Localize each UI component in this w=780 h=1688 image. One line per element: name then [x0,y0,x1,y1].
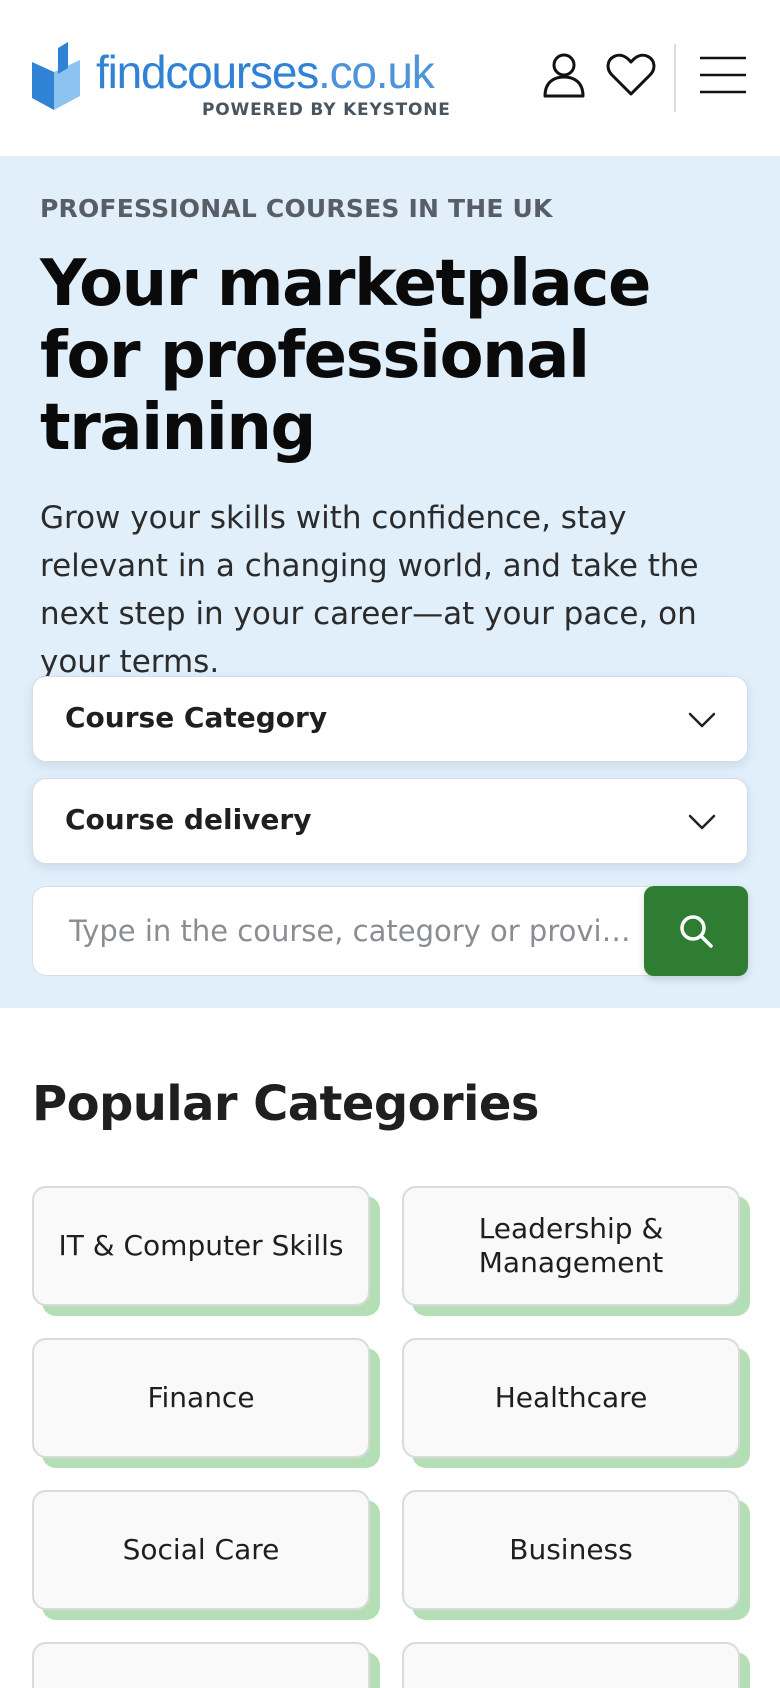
site-header: findcourses.co.uk POWERED BY KEYSTONE [0,0,780,156]
search-button[interactable] [644,886,748,976]
course-category-label: Course Category [65,701,328,734]
category-label: Leadership & Management [478,1212,664,1279]
card-body: IT & Computer Skills [32,1186,370,1306]
hero-eyebrow: PROFESSIONAL COURSES IN THE UK [40,194,553,223]
category-label: Healthcare [494,1381,648,1414]
user-account-button[interactable] [539,50,589,100]
popular-categories-title: Popular Categories [32,1076,539,1132]
hero-headline: Your marketplace for professional traini… [40,247,651,465]
category-label: IT & Computer Skills [58,1229,344,1262]
favorites-button[interactable] [606,50,656,100]
category-card[interactable]: Business [402,1490,750,1620]
category-card[interactable]: IT & Computer Skills [32,1186,380,1316]
category-card[interactable]: Healthcare [402,1338,750,1468]
header-divider [674,44,676,112]
category-card[interactable]: Social Care [32,1490,380,1620]
heart-icon [606,53,656,96]
logo-wordmark: findcourses.co.uk [96,46,435,98]
category-label: Social Care [122,1533,280,1566]
user-icon [543,53,585,98]
chevron-down-icon [688,814,716,830]
menu-icon [700,56,746,94]
logo-book-icon [32,42,80,110]
menu-button[interactable] [696,52,750,98]
logo-tagline: POWERED BY KEYSTONE [202,100,451,120]
category-label: Finance [147,1381,255,1414]
search-input[interactable] [32,886,652,976]
card-body [402,1642,740,1688]
card-body: Finance [32,1338,370,1458]
category-label: Business [509,1533,633,1566]
category-card[interactable] [32,1642,380,1688]
course-category-select[interactable]: Course Category [32,676,748,762]
search-icon [680,915,713,948]
card-body: Business [402,1490,740,1610]
course-delivery-select[interactable]: Course delivery [32,778,748,864]
card-body [32,1642,370,1688]
card-body: Leadership & Management [402,1186,740,1306]
hero-lead: Grow your skills with confidence, stay r… [40,500,699,680]
category-card[interactable] [402,1642,750,1688]
chevron-down-icon [688,712,716,728]
category-card[interactable]: Leadership & Management [402,1186,750,1316]
hero-section: PROFESSIONAL COURSES IN THE UK Your mark… [0,156,780,1008]
course-search [32,886,748,976]
card-body: Healthcare [402,1338,740,1458]
course-delivery-label: Course delivery [65,803,312,836]
category-card[interactable]: Finance [32,1338,380,1468]
site-logo[interactable]: findcourses.co.uk POWERED BY KEYSTONE [32,36,452,126]
card-body: Social Care [32,1490,370,1610]
